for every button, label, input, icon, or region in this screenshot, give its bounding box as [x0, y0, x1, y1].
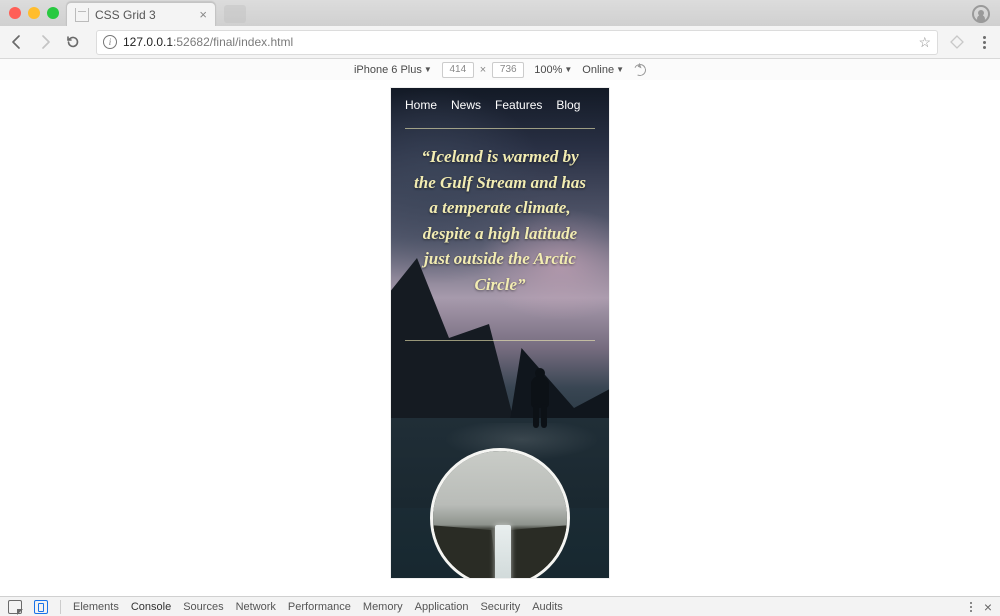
zoom-select[interactable]: 100% ▼ — [534, 64, 572, 76]
bookmark-star-icon[interactable]: ☆ — [918, 34, 931, 51]
feature-image-waterfall — [430, 448, 570, 578]
devtools-tabs: Elements Console Sources Network Perform… — [73, 601, 563, 613]
devtools-panel-bar: Elements Console Sources Network Perform… — [0, 596, 1000, 616]
viewport-stage: Home News Features Blog “Iceland is warm… — [0, 80, 1000, 596]
tab-application[interactable]: Application — [415, 601, 469, 613]
url-path: /final/index.html — [210, 35, 293, 49]
rotate-icon[interactable] — [632, 62, 647, 77]
chevron-down-icon: ▼ — [616, 65, 624, 74]
person-silhouette — [527, 368, 553, 430]
address-bar: i 127.0.0.1:52682/final/index.html ☆ — [0, 26, 1000, 59]
nav-link-blog[interactable]: Blog — [556, 98, 580, 112]
throttling-select[interactable]: Online ▼ — [582, 64, 624, 76]
url-port: :52682 — [173, 35, 210, 49]
site-nav: Home News Features Blog — [391, 88, 609, 122]
kebab-menu-icon[interactable] — [976, 36, 992, 49]
toggle-device-toolbar-icon[interactable] — [34, 600, 48, 614]
forward-button[interactable] — [36, 33, 54, 51]
viewport-width-input[interactable] — [442, 62, 474, 78]
divider — [405, 128, 595, 129]
tab-performance[interactable]: Performance — [288, 601, 351, 613]
nav-link-news[interactable]: News — [451, 98, 481, 112]
divider — [405, 340, 595, 341]
tab-elements[interactable]: Elements — [73, 601, 119, 613]
url-host: 127.0.0.1 — [123, 35, 173, 49]
separator — [60, 600, 61, 614]
throttling-value: Online — [582, 64, 614, 76]
tab-console[interactable]: Console — [131, 601, 171, 613]
hero-quote: “Iceland is warmed by the Gulf Stream an… — [409, 144, 591, 297]
extensions-icon[interactable] — [948, 33, 966, 51]
chevron-down-icon: ▼ — [564, 65, 572, 74]
device-name: iPhone 6 Plus — [354, 64, 422, 76]
profile-avatar-icon[interactable] — [972, 5, 990, 23]
zoom-window-button[interactable] — [47, 7, 59, 19]
back-button[interactable] — [8, 33, 26, 51]
tab-audits[interactable]: Audits — [532, 601, 563, 613]
nav-link-features[interactable]: Features — [495, 98, 542, 112]
site-info-icon[interactable]: i — [103, 35, 117, 49]
tab-title: CSS Grid 3 — [95, 8, 199, 22]
tab-sources[interactable]: Sources — [183, 601, 223, 613]
new-tab-button[interactable] — [224, 5, 246, 23]
dimension-separator: × — [480, 64, 486, 76]
close-devtools-icon[interactable]: × — [984, 599, 992, 615]
device-select[interactable]: iPhone 6 Plus ▼ — [354, 64, 432, 76]
tab-network[interactable]: Network — [236, 601, 276, 613]
tab-strip: CSS Grid 3 × — [0, 0, 1000, 26]
zoom-value: 100% — [534, 64, 562, 76]
viewport-height-input[interactable] — [492, 62, 524, 78]
inspect-element-icon[interactable] — [8, 600, 22, 614]
devtools-kebab-menu-icon[interactable] — [970, 602, 972, 612]
tab-security[interactable]: Security — [480, 601, 520, 613]
tab-memory[interactable]: Memory — [363, 601, 403, 613]
close-window-button[interactable] — [9, 7, 21, 19]
nav-link-home[interactable]: Home — [405, 98, 437, 112]
emulated-viewport: Home News Features Blog “Iceland is warm… — [391, 88, 609, 578]
chevron-down-icon: ▼ — [424, 65, 432, 74]
window-controls — [9, 7, 59, 19]
viewport-dimensions: × — [442, 62, 524, 78]
browser-tab[interactable]: CSS Grid 3 × — [66, 2, 216, 26]
reload-button[interactable] — [64, 33, 82, 51]
minimize-window-button[interactable] — [28, 7, 40, 19]
omnibox[interactable]: i 127.0.0.1:52682/final/index.html ☆ — [96, 30, 938, 55]
device-toolbar: iPhone 6 Plus ▼ × 100% ▼ Online ▼ — [0, 59, 1000, 81]
file-icon — [75, 8, 89, 22]
close-tab-icon[interactable]: × — [199, 8, 207, 21]
